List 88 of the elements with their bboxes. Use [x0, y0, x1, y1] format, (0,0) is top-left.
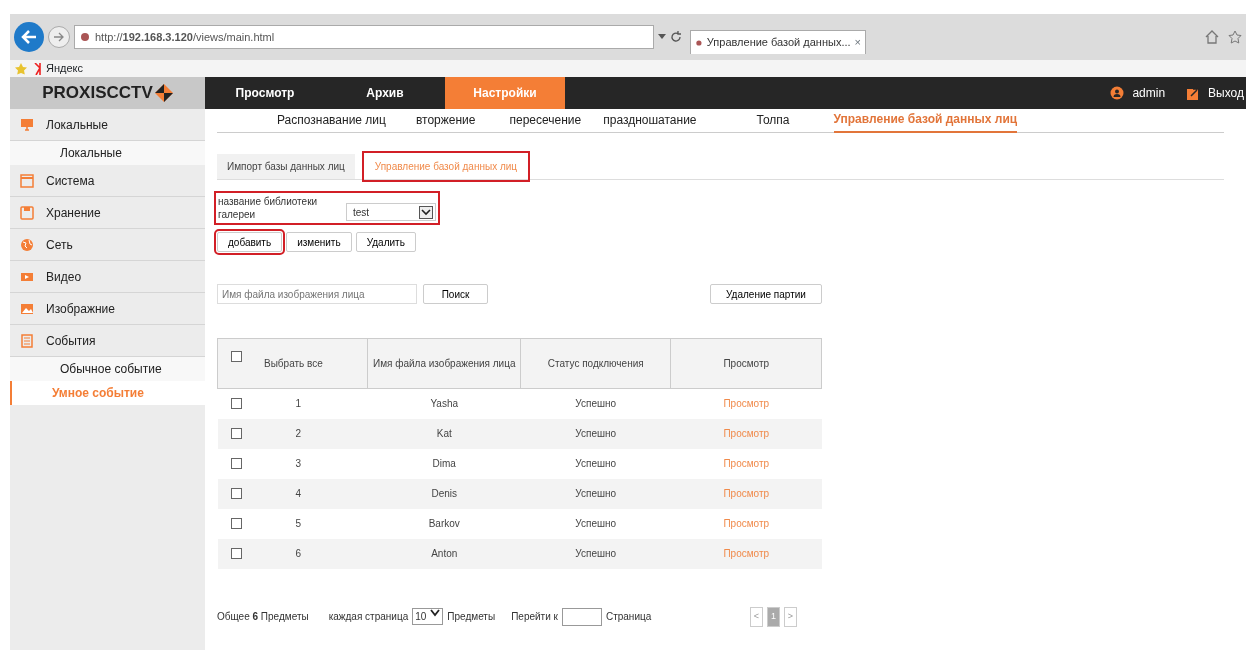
- tab-title: Управление базой данных...: [706, 35, 851, 51]
- username: admin: [1132, 85, 1166, 102]
- user-icon: [1110, 86, 1125, 100]
- monitor-icon: [20, 117, 34, 132]
- window-icon: [20, 173, 34, 188]
- list-icon: [20, 333, 34, 348]
- row-number: 4: [295, 487, 302, 501]
- action-button[interactable]: Удалить: [355, 232, 416, 252]
- globe-icon: [20, 237, 34, 252]
- column-header: Статус подключения: [520, 338, 671, 389]
- column-header: Выбрать все: [264, 357, 323, 371]
- subtab[interactable]: вторжение: [415, 109, 476, 133]
- row-number: 5: [295, 517, 302, 531]
- page-number-field[interactable]: [561, 607, 602, 626]
- sidebar-item[interactable]: Видео: [10, 261, 205, 293]
- favorite-label: Яндекс: [46, 61, 83, 77]
- sidebar-subitem[interactable]: Обычное событие: [10, 357, 205, 381]
- star-icon: [1228, 30, 1242, 44]
- refresh-icon: [670, 31, 682, 43]
- total-count: Общее 6 Предметы: [217, 610, 309, 624]
- back-arrow-icon: [21, 30, 37, 44]
- table-cell: Успешно: [575, 398, 617, 410]
- table-cell: Успешно: [575, 428, 617, 439]
- sidebar-item[interactable]: Изображние: [10, 293, 205, 325]
- favorite-link[interactable]: Яндекс: [34, 60, 83, 77]
- gallery-dropdown[interactable]: test: [346, 203, 436, 221]
- row-checkbox[interactable]: [230, 428, 242, 439]
- subtab[interactable]: пересечение: [509, 109, 582, 133]
- goto-label: Перейти к: [511, 610, 558, 624]
- action-button[interactable]: добавить: [217, 232, 283, 252]
- select-all-checkbox[interactable]: [231, 351, 242, 362]
- row-checkbox[interactable]: [230, 488, 242, 499]
- per-page-unit: Предметы: [447, 610, 496, 624]
- per-page-dropdown[interactable]: 10: [412, 608, 444, 625]
- table-cell: Успешно: [575, 518, 617, 529]
- address-bar[interactable]: http://192.168.3.120/views/main.html: [74, 25, 654, 49]
- row-checkbox[interactable]: [230, 518, 242, 529]
- row-checkbox[interactable]: [230, 548, 242, 559]
- dropdown-caret-icon: [658, 34, 666, 40]
- row-number: 1: [295, 397, 302, 412]
- letter-logo-icon: [34, 62, 42, 75]
- goto-unit: Страница: [605, 610, 652, 624]
- gallery-label: название библиотеки галереи: [218, 195, 318, 221]
- table-cell: Denis: [431, 488, 457, 499]
- row-number: 6: [295, 547, 302, 561]
- sidebar-subitem[interactable]: Локальные: [10, 141, 205, 165]
- table-cell: Yasha: [430, 398, 459, 410]
- forward-arrow-icon: [53, 32, 65, 42]
- sidebar-item[interactable]: Сеть: [10, 229, 205, 261]
- row-checkbox[interactable]: [230, 398, 242, 410]
- nav-tab[interactable]: Архив: [325, 77, 445, 109]
- browser-tab[interactable]: Управление базой данных... ×: [690, 30, 866, 54]
- tab-close-button[interactable]: ×: [854, 34, 861, 51]
- nav-tab[interactable]: Просмотр: [205, 77, 325, 109]
- row-checkbox[interactable]: [230, 458, 242, 469]
- logout-link[interactable]: Выход: [1187, 84, 1244, 102]
- sidebar-item[interactable]: Система: [10, 165, 205, 197]
- column-header: Имя файла изображения лица: [368, 338, 521, 389]
- action-button[interactable]: изменить: [286, 232, 352, 252]
- search-button[interactable]: Поиск: [423, 284, 488, 304]
- logo-text: PROXISCCTV: [42, 82, 153, 105]
- batch-delete-button[interactable]: Удаление партии: [710, 284, 822, 304]
- subtab[interactable]: Толпа: [756, 109, 790, 133]
- row-number: 2: [295, 427, 302, 441]
- table-cell: Dima: [432, 458, 456, 469]
- per-page-label: каждая страница: [328, 610, 409, 624]
- table-cell: Kat: [436, 428, 452, 439]
- subtab[interactable]: праздношатание: [603, 109, 697, 133]
- table-cell: Успешно: [575, 548, 617, 559]
- sidebar-item[interactable]: Хранение: [10, 197, 205, 229]
- back-button[interactable]: [14, 22, 44, 52]
- favorites-star-icon: [14, 62, 28, 75]
- subtab[interactable]: Распознавание лиц: [277, 109, 386, 133]
- column-header: Просмотр: [670, 338, 822, 389]
- dropdown-value: test: [353, 205, 370, 220]
- table-cell: Barkov: [428, 518, 460, 529]
- image-icon: [20, 301, 34, 316]
- home-icon: [1204, 29, 1220, 45]
- exit-icon: [1187, 86, 1201, 100]
- table-cell: Успешно: [575, 458, 617, 469]
- url-text: http://192.168.3.120/views/main.html: [95, 29, 275, 45]
- row-number: 3: [295, 457, 302, 471]
- search-field[interactable]: Имя файла изображения лица: [217, 284, 417, 304]
- page-icon: [79, 31, 91, 43]
- table-cell: Anton: [431, 548, 458, 559]
- logo-diamond-icon: [154, 84, 173, 102]
- table-cell: Успешно: [575, 488, 617, 499]
- inner-tab[interactable]: Импорт базы данных лиц: [217, 153, 355, 179]
